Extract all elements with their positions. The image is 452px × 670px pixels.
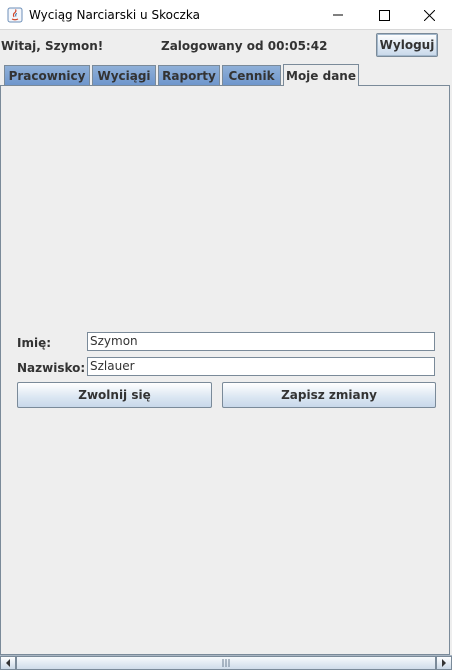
scroll-right-button[interactable] bbox=[436, 656, 452, 670]
tab-raporty[interactable]: Raporty bbox=[158, 65, 220, 86]
greeting-label: Witaj, Szymon! bbox=[1, 39, 104, 53]
last-name-label: Nazwisko: bbox=[17, 361, 86, 375]
horizontal-scrollbar[interactable] bbox=[0, 655, 452, 670]
tab-moje-dane[interactable]: Moje dane bbox=[283, 64, 359, 86]
tab-wyciagi[interactable]: Wyciągi bbox=[92, 65, 156, 86]
window-title: Wyciąg Narciarski u Skoczka bbox=[29, 8, 200, 22]
scrollbar-thumb[interactable] bbox=[16, 656, 436, 670]
resign-button[interactable]: Zwolnij się bbox=[17, 382, 212, 408]
save-changes-button[interactable]: Zapisz zmiany bbox=[222, 382, 436, 408]
scroll-left-button[interactable] bbox=[0, 656, 16, 670]
tab-pracownicy[interactable]: Pracownicy bbox=[4, 65, 90, 86]
minimize-button[interactable] bbox=[315, 0, 361, 30]
close-button[interactable] bbox=[406, 0, 452, 30]
java-app-icon bbox=[7, 7, 23, 23]
grip-icon bbox=[222, 656, 230, 670]
maximize-icon bbox=[378, 9, 390, 21]
minimize-icon bbox=[333, 10, 343, 20]
tab-bar: Pracownicy Wyciągi Raporty Cennik Moje d… bbox=[0, 64, 452, 86]
tab-cennik[interactable]: Cennik bbox=[222, 65, 281, 86]
close-icon bbox=[423, 9, 435, 21]
arrow-left-icon bbox=[5, 656, 11, 670]
window-titlebar: Wyciąg Narciarski u Skoczka bbox=[0, 0, 452, 30]
first-name-field[interactable]: Szymon bbox=[87, 332, 435, 351]
first-name-label: Imię: bbox=[17, 336, 52, 350]
last-name-field[interactable]: Szlauer bbox=[87, 357, 435, 376]
logout-button[interactable]: Wyloguj bbox=[376, 33, 438, 57]
maximize-button[interactable] bbox=[361, 0, 407, 30]
session-timer: Zalogowany od 00:05:42 bbox=[161, 39, 328, 53]
arrow-right-icon bbox=[441, 656, 447, 670]
